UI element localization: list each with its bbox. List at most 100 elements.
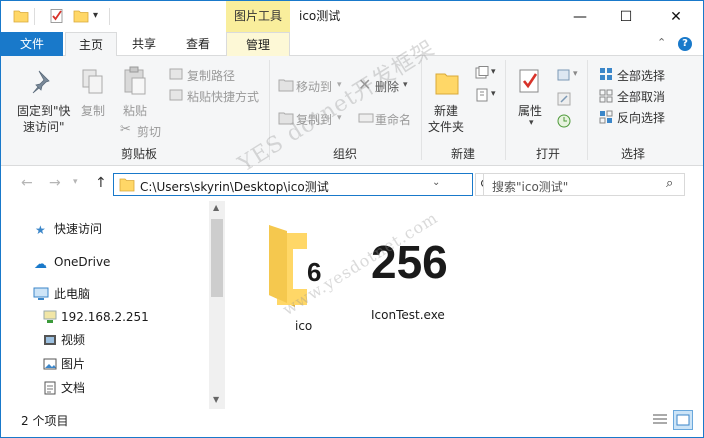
tab-file[interactable]: 文件 bbox=[1, 32, 63, 56]
cloud-icon: ☁ bbox=[34, 257, 47, 272]
scroll-down-icon[interactable]: ▼ bbox=[213, 395, 219, 404]
address-bar[interactable]: C:\Users\skyrin\Desktop\ico测试 ⌄ bbox=[113, 173, 473, 196]
group-separator bbox=[505, 60, 506, 160]
select-none-button[interactable]: 全部取消 bbox=[617, 88, 665, 105]
nav-item-onedrive[interactable]: OneDrive bbox=[54, 252, 110, 272]
qat-separator bbox=[34, 8, 35, 25]
network-drive-icon bbox=[43, 310, 57, 323]
folder-icon[interactable] bbox=[13, 8, 29, 24]
title-bar: ▾ 图片工具 ico测试 — ☐ ✕ bbox=[1, 1, 703, 32]
ribbon-tabs: 文件 主页 共享 查看 管理 ⌃ ? bbox=[1, 32, 703, 57]
forward-button[interactable]: → bbox=[49, 175, 61, 191]
open-icon[interactable] bbox=[557, 68, 571, 82]
nav-item-pictures[interactable]: 图片 bbox=[61, 354, 85, 374]
up-button[interactable]: ↑ bbox=[95, 175, 107, 191]
new-item-dropdown-icon[interactable]: ▾ bbox=[491, 67, 496, 77]
select-group-label: 选择 bbox=[620, 147, 645, 161]
easy-access-icon[interactable] bbox=[475, 88, 489, 102]
properties-icon bbox=[519, 69, 539, 93]
new-folder-button[interactable]: 新建 bbox=[434, 102, 458, 119]
easy-access-dropdown-icon[interactable]: ▾ bbox=[491, 89, 496, 99]
tab-view[interactable]: 查看 bbox=[173, 32, 223, 56]
paste-shortcut-button[interactable]: 粘贴快捷方式 bbox=[187, 88, 259, 105]
select-all-icon bbox=[600, 68, 612, 80]
star-icon: ★ bbox=[35, 223, 46, 237]
copy-button[interactable]: 复制 bbox=[81, 102, 105, 119]
cut-button[interactable]: 剪切 bbox=[137, 123, 161, 140]
picture-icon bbox=[43, 358, 57, 370]
search-input: 搜索"ico测试" bbox=[492, 180, 569, 194]
paste-icon bbox=[124, 66, 146, 95]
new-folder-icon[interactable] bbox=[73, 8, 89, 24]
picture-tools-tab: 图片工具 bbox=[226, 1, 290, 32]
window-title: ico测试 bbox=[299, 9, 341, 23]
large-icons-view-button[interactable] bbox=[673, 410, 693, 430]
copy-path-icon bbox=[169, 68, 183, 80]
nav-item-documents[interactable]: 文档 bbox=[61, 378, 85, 398]
invert-selection-icon bbox=[599, 110, 613, 124]
copy-path-button[interactable]: 复制路径 bbox=[187, 67, 235, 84]
computer-icon bbox=[33, 287, 49, 300]
nav-item-videos[interactable]: 视频 bbox=[61, 330, 85, 350]
minimize-button[interactable]: — bbox=[557, 1, 603, 32]
select-all-button[interactable]: 全部选择 bbox=[617, 67, 665, 84]
scroll-up-icon[interactable]: ▲ bbox=[213, 203, 219, 212]
maximize-button[interactable]: ☐ bbox=[603, 1, 649, 32]
explorer-window: ▾ 图片工具 ico测试 — ☐ ✕ 文件 主页 共享 查看 管理 ⌃ ? 固定… bbox=[0, 0, 704, 438]
edit-icon[interactable] bbox=[557, 92, 571, 106]
help-icon[interactable]: ? bbox=[678, 37, 692, 51]
new-folder-label: 文件夹 bbox=[428, 120, 465, 134]
pin-quick-access-label: 速访问" bbox=[23, 120, 65, 134]
properties-check-icon[interactable] bbox=[49, 8, 65, 24]
address-dropdown-icon[interactable]: ⌄ bbox=[432, 177, 440, 188]
nav-item-quick-access[interactable]: 快速访问 bbox=[54, 219, 102, 239]
paste-shortcut-icon bbox=[169, 89, 183, 101]
details-view-icon[interactable] bbox=[651, 412, 669, 428]
tab-manage[interactable]: 管理 bbox=[226, 32, 290, 57]
close-icon: ✕ bbox=[670, 8, 682, 25]
nav-item-network-drive[interactable]: 192.168.2.251 bbox=[61, 307, 149, 327]
new-folder-icon bbox=[435, 73, 459, 95]
nav-scrollbar[interactable]: ▲ ▼ bbox=[209, 201, 225, 409]
rename-button[interactable]: 重命名 bbox=[375, 111, 411, 128]
group-separator bbox=[587, 60, 588, 160]
item-count: 2 个项目 bbox=[21, 414, 69, 428]
tab-home[interactable]: 主页 bbox=[65, 32, 117, 57]
pin-icon bbox=[32, 70, 50, 94]
search-box[interactable]: 搜索"ico测试" ⌕ bbox=[483, 173, 685, 196]
invert-selection-button[interactable]: 反向选择 bbox=[617, 109, 665, 126]
rename-icon bbox=[358, 113, 374, 123]
properties-button[interactable]: 属性 bbox=[518, 102, 542, 119]
pin-quick-access-button[interactable]: 固定到"快 bbox=[17, 102, 71, 119]
navigation-pane: ★ 快速访问 ☁ OneDrive 此电脑 192.168.2.251 视频 图… bbox=[1, 201, 225, 409]
scrollbar-thumb[interactable] bbox=[211, 219, 223, 297]
recent-locations-icon[interactable]: ▾ bbox=[73, 177, 78, 187]
open-dropdown-icon[interactable]: ▾ bbox=[573, 69, 578, 79]
nav-item-this-pc[interactable]: 此电脑 bbox=[54, 284, 90, 304]
address-path: C:\Users\skyrin\Desktop\ico测试 bbox=[140, 180, 329, 194]
qat-dropdown-icon[interactable]: ▾ bbox=[93, 10, 98, 21]
new-item-icon[interactable] bbox=[475, 66, 489, 80]
large-icons-view-icon bbox=[676, 414, 690, 426]
new-group-label: 新建 bbox=[450, 147, 475, 161]
video-icon bbox=[44, 335, 56, 345]
group-separator bbox=[421, 60, 422, 160]
collapse-ribbon-icon[interactable]: ⌃ bbox=[657, 36, 666, 49]
back-button[interactable]: ← bbox=[21, 175, 33, 191]
file-name: ico bbox=[295, 319, 313, 333]
select-none-icon bbox=[599, 89, 613, 103]
file-name: IconTest.exe bbox=[371, 308, 445, 322]
organize-group-label: 组织 bbox=[332, 147, 357, 161]
history-icon[interactable] bbox=[557, 114, 571, 128]
tab-share[interactable]: 共享 bbox=[119, 32, 169, 56]
copy-icon bbox=[82, 69, 103, 94]
open-group-label: 打开 bbox=[535, 147, 560, 161]
qat-separator bbox=[109, 8, 110, 25]
search-icon[interactable]: ⌕ bbox=[666, 176, 673, 191]
address-row: ← → ▾ ↑ C:\Users\skyrin\Desktop\ico测试 ⌄ … bbox=[1, 167, 703, 201]
clipboard-group-label: 剪贴板 bbox=[120, 147, 157, 161]
close-button[interactable]: ✕ bbox=[649, 1, 703, 32]
paste-button[interactable]: 粘贴 bbox=[123, 102, 147, 119]
delete-dropdown-icon[interactable]: ▾ bbox=[403, 80, 408, 90]
properties-dropdown-icon[interactable]: ▾ bbox=[529, 118, 534, 128]
